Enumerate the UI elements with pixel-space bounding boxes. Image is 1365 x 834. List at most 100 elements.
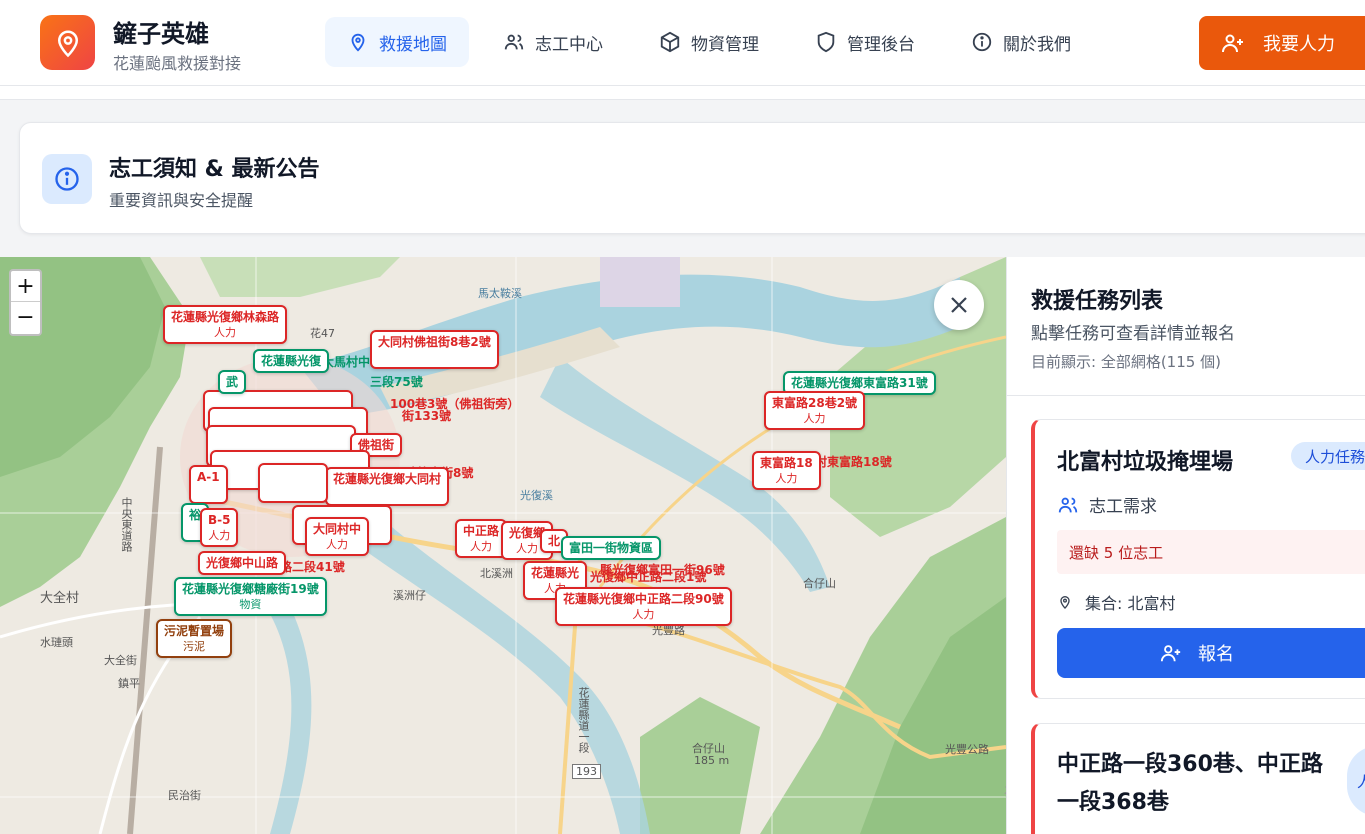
marker-overflow-text: 村東富路18號 <box>815 455 892 469</box>
marker-title: 花蓮縣光復鄉林森路 <box>171 310 280 324</box>
nav-rescue-map[interactable]: 救援地圖 <box>325 17 469 67</box>
map-marker[interactable]: 東富路28巷2號 人力 <box>764 391 866 430</box>
user-plus-icon <box>1160 645 1181 662</box>
marker-title: 花蓮縣光 <box>531 566 580 580</box>
marker-title: 花蓮縣光復鄉東富路31號 <box>791 376 928 390</box>
sub-bar <box>0 86 1365 100</box>
marker-title: 污泥暫置場 <box>164 624 225 638</box>
marker-type: 人力 <box>208 529 231 542</box>
map-marker[interactable]: 花蓮縣光復 <box>253 349 330 373</box>
place-label: 溪洲仔 <box>393 589 426 602</box>
info-icon <box>42 154 92 204</box>
marker-overflow-text: 三段75號 <box>370 375 423 389</box>
signup-button[interactable]: 報名 <box>1057 628 1365 678</box>
map-marker[interactable]: 光復鄉中山路 <box>198 551 287 575</box>
road-label: 花蓮縣道一段 <box>577 687 590 753</box>
task-title: 北富村垃圾掩埋場 <box>1057 450 1234 475</box>
place-label: 光豐公路 <box>945 743 989 756</box>
marker-title: 花蓮縣光復鄉中正路二段90號 <box>563 592 724 606</box>
map-marker[interactable]: 污泥暫置場 污泥 <box>156 619 233 658</box>
place-label: 鎮平 <box>118 677 140 690</box>
map-marker[interactable]: 花蓮縣光復鄉大同村 <box>325 467 450 506</box>
users-icon <box>504 34 524 50</box>
place-label: 民治街 <box>168 789 201 802</box>
marker-type: 污泥 <box>183 640 205 653</box>
brand-title: 鏟子英雄 <box>113 20 209 48</box>
nav-label: 救援地圖 <box>379 34 447 55</box>
marker-title: A-1 <box>197 470 220 484</box>
info-icon <box>972 32 992 52</box>
zoom-controls: + − <box>9 269 42 336</box>
marker-title: 大同村佛祖街8巷2號 <box>378 335 491 349</box>
map-marker[interactable]: 東富路18 人力 <box>752 451 821 490</box>
map-marker-stack[interactable] <box>258 463 328 503</box>
nav-label: 物資管理 <box>691 34 759 55</box>
notice-title: 志工須知 & 最新公告 <box>109 157 320 182</box>
meeting-point: 集合: 北富村 <box>1057 590 1175 614</box>
task-title: 中正路一段360巷、中正路一段368巷 <box>1057 752 1323 815</box>
nav-admin[interactable]: 管理後台 <box>793 17 937 67</box>
app-header: 鏟子英雄 花蓮颱風救援對接 救援地圖 志工中心 物資管理 管理後台 關於我們 我… <box>0 0 1365 86</box>
place-label: 水璉頭 <box>40 636 73 649</box>
main-nav: 救援地圖 志工中心 物資管理 管理後台 關於我們 <box>325 17 1093 67</box>
marker-title: 光復鄉中山路 <box>206 556 279 570</box>
marker-title: 花蓮縣光復 <box>261 354 322 368</box>
brand-subtitle: 花蓮颱風救援對接 <box>113 54 242 73</box>
map-marker[interactable]: A-1 <box>189 465 228 504</box>
marker-overflow-text: 街133號 <box>402 409 452 423</box>
logo-icon[interactable] <box>40 15 95 70</box>
map-marker[interactable]: 大同村佛祖街8巷2號 <box>370 330 499 369</box>
place-label: 花47 <box>310 327 335 340</box>
zoom-out-button[interactable]: − <box>11 302 40 333</box>
marker-type: 人力 <box>326 538 348 551</box>
place-label: 185 m <box>694 754 730 767</box>
map-pin-icon <box>1060 596 1070 609</box>
package-icon <box>660 31 680 53</box>
task-card[interactable]: 中正路一段360巷、中正路一段368巷 人力任 <box>1031 723 1365 834</box>
notice-card[interactable]: 志工須知 & 最新公告 重要資訊與安全提醒 <box>19 122 1365 234</box>
nav-label: 關於我們 <box>1003 34 1071 55</box>
marker-type: 人力 <box>775 472 798 485</box>
marker-type: 物資 <box>239 598 262 611</box>
marker-title: 富田一街物資區 <box>569 541 654 555</box>
task-card[interactable]: 北富村垃圾掩埋場 人力任務 志工需求 還缺 5 位志工 集合: 北富村 報名 <box>1031 419 1365 699</box>
request-manpower-button[interactable]: 我要人力 <box>1199 16 1365 70</box>
marker-type <box>333 487 441 502</box>
marker-type: 人力 <box>214 326 236 339</box>
users-icon <box>1058 497 1078 512</box>
signup-label: 報名 <box>1198 644 1234 665</box>
panel-title: 救援任務列表 <box>1031 289 1164 314</box>
place-label: 合仔山 <box>803 577 836 590</box>
map-marker[interactable]: 花蓮縣光復鄉中正路二段90號 人力 <box>555 587 732 626</box>
marker-type <box>378 350 491 365</box>
zoom-in-button[interactable]: + <box>11 271 40 302</box>
map-pin-icon <box>351 33 365 52</box>
map-marker[interactable]: 大同村中 人力 <box>305 517 370 556</box>
cta-label: 我要人力 <box>1263 34 1335 55</box>
panel-subtitle: 點擊任務可查看詳情並報名 <box>1031 324 1235 344</box>
map-marker[interactable]: 中正路 人力 <box>455 519 508 558</box>
place-label: 大全村 <box>40 591 80 606</box>
map-marker[interactable]: 富田一街物資區 <box>561 536 662 560</box>
river-label: 馬太鞍溪 <box>478 287 522 300</box>
rescue-map[interactable]: 花47 大全村 水璉頭 大全街 鎮平 溪洲仔 北溪洲 合仔山 合仔山 185 m… <box>0 257 1006 834</box>
divider <box>1007 395 1365 396</box>
nav-volunteer-center[interactable]: 志工中心 <box>481 17 625 67</box>
map-marker[interactable]: 武 <box>218 370 247 394</box>
close-panel-button[interactable] <box>934 280 984 330</box>
place-label: 大全街 <box>104 654 137 667</box>
map-marker[interactable]: 花蓮縣光復鄉林森路 人力 <box>163 305 288 344</box>
marker-type: 人力 <box>470 540 492 553</box>
nav-about[interactable]: 關於我們 <box>949 17 1093 67</box>
marker-type: 人力 <box>632 608 655 621</box>
nav-label: 志工中心 <box>535 34 603 55</box>
road-shield: 193 <box>572 764 601 779</box>
map-marker[interactable]: 花蓮縣光復鄉糖廠街19號 物資 <box>174 577 327 616</box>
volunteer-need: 志工需求 <box>1057 492 1157 517</box>
marker-title: 中正路 <box>463 524 500 538</box>
task-list-panel: 救援任務列表 點擊任務可查看詳情並報名 目前顯示: 全部網格(115 個) 北富… <box>1006 257 1365 834</box>
nav-supplies[interactable]: 物資管理 <box>637 17 781 67</box>
marker-overflow-text: 光復鄉中正路二段1號 <box>590 570 707 584</box>
map-marker[interactable]: B-5 人力 <box>200 508 239 547</box>
shield-icon <box>817 31 835 53</box>
